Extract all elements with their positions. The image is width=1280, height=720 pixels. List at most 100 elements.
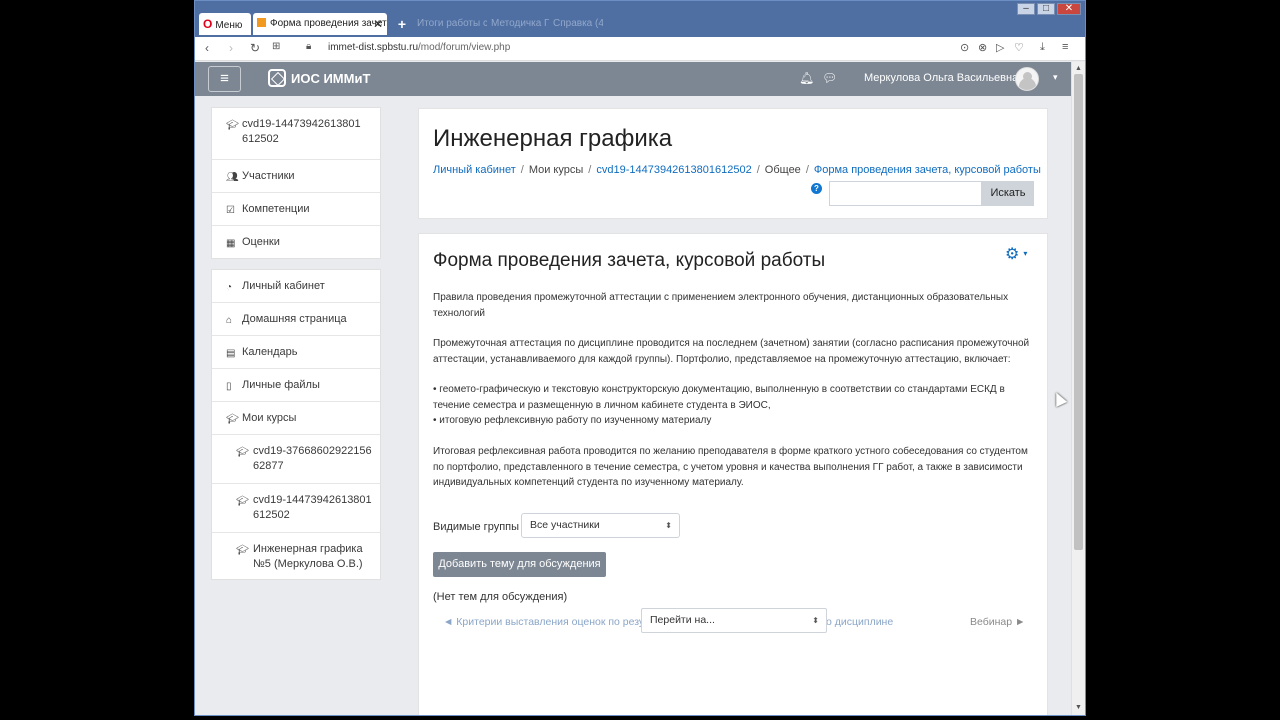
nav-item-label: cvd19-14473942613801612502 (242, 118, 361, 145)
background-tab[interactable]: Методичка ГГ (491, 13, 549, 35)
hamburger-icon: ≡ (220, 70, 229, 87)
drawer-toggle-button[interactable]: ≡ (208, 66, 241, 92)
nav-item-course-1[interactable]: 🎓︎ cvd19-3766860292215662877 (212, 435, 380, 484)
close-window-icon[interactable]: ✕ (1057, 3, 1081, 15)
minimize-icon[interactable]: – (1017, 3, 1035, 15)
browser-menu-icon[interactable]: ≡ (1062, 41, 1068, 53)
new-tab-icon[interactable]: + (393, 13, 411, 35)
table-icon: ▦ (226, 238, 236, 249)
next-activity-link[interactable]: Вебинар ► (970, 616, 1025, 628)
avatar[interactable] (1015, 67, 1039, 91)
moodle-favicon-icon (257, 18, 266, 27)
breadcrumb-separator: / (520, 164, 524, 176)
forum-card: Форма проведения зачета, курсовой работы… (418, 233, 1048, 715)
background-tab[interactable]: Справка (4) (553, 13, 603, 35)
calendar-icon: ▤ (226, 348, 236, 359)
back-icon[interactable]: ‹ (205, 41, 209, 55)
nav-item-private-files[interactable]: ▯ Личные файлы (212, 369, 380, 402)
breadcrumb-course[interactable]: cvd19-14473942613801612502 (596, 164, 751, 176)
chevron-down-icon: ▾ (1023, 249, 1028, 258)
active-tab[interactable]: Форма проведения зачета ✕ (253, 13, 387, 35)
camera-icon[interactable]: ⊙ (960, 41, 969, 54)
search-input[interactable] (829, 181, 982, 206)
nav-item-grades[interactable]: ▦ Оценки (212, 226, 380, 258)
nav-item-label: Инженерная графика №5 (Меркулова О.В.) (253, 543, 363, 570)
nav-item-course[interactable]: 🎓︎ cvd19-14473942613801612502 (212, 108, 380, 160)
visible-groups-select[interactable]: Все участники ⬍ (521, 513, 680, 538)
heart-icon[interactable]: ♡ (1014, 41, 1024, 54)
visible-groups-label: Видимые группы (433, 521, 520, 533)
forum-intro-paragraph: Правила проведения промежуточной аттеста… (433, 292, 1009, 319)
nav-item-label: Домашняя страница (242, 313, 347, 325)
maximize-icon[interactable]: □ (1037, 3, 1055, 15)
page-header-card: Инженерная графика Личный кабинет / Мои ку… (418, 108, 1048, 219)
file-icon: ▯ (226, 381, 232, 392)
site-logo-icon (268, 69, 286, 87)
window-controls: – □ ✕ (1015, 3, 1081, 15)
user-menu-caret-icon[interactable]: ▾ (1053, 72, 1058, 83)
scroll-up-icon[interactable]: ▲ (1075, 65, 1082, 72)
nav-item-label: Мои курсы (242, 412, 297, 424)
site-brand-label: ИОС ИММиТ (291, 71, 371, 86)
nav-item-competencies[interactable]: ☑ Компетенции (212, 193, 380, 226)
reload-icon[interactable]: ↻ (250, 41, 260, 55)
breadcrumb-separator: / (805, 164, 809, 176)
help-icon[interactable]: ? (811, 183, 822, 194)
breadcrumb-my-courses: Мои курсы (528, 164, 584, 176)
nav-item-label: Оценки (242, 236, 280, 248)
select-arrows-icon: ⬍ (665, 521, 672, 530)
nav-item-dashboard[interactable]: ◔ Личный кабинет (212, 270, 380, 303)
download-icon[interactable]: ⤓ (1040, 41, 1045, 54)
address-bar: ‹ › ↻ ⊞ 🔒︎ immet-dist.spbstu.ru/mod/foru… (195, 37, 1085, 61)
dashboard-icon: ◔ (226, 282, 233, 293)
checkbox-icon: ☑ (226, 205, 235, 216)
lock-icon: 🔒︎ (306, 41, 312, 52)
url-field[interactable]: immet-dist.spbstu.ru/mod/forum/view.php (328, 42, 510, 53)
jump-to-select[interactable]: Перейти на... ⬍ (641, 608, 827, 633)
previous-activity-link-tail[interactable]: о дисциплине (826, 616, 893, 628)
nav-item-label: Участники (242, 170, 295, 182)
forum-title: Форма проведения зачета, курсовой работы (433, 250, 826, 271)
jump-to-value: Перейти на... (650, 614, 715, 626)
breadcrumb-dashboard[interactable]: Личный кабинет (433, 164, 516, 176)
menu-tab-label: Меню (215, 20, 243, 31)
add-discussion-button[interactable]: Добавить тему для обсуждения (433, 552, 606, 577)
nav-item-label: cvd19-3766860292215662877 (253, 445, 372, 472)
background-tab[interactable]: Итоги работы сессии (2) (417, 13, 487, 35)
close-tab-icon[interactable]: ✕ (373, 13, 383, 35)
url-path: /mod/forum/view.php (418, 42, 511, 53)
nav-item-calendar[interactable]: ▤ Календарь (212, 336, 380, 369)
site-navbar: ≡ ИОС ИММиТ 🔔︎ 💬︎ Меркулова Ольга Василь… (195, 62, 1071, 96)
nav-item-label: cvd19-14473942613801612502 (253, 494, 372, 521)
adblock-icon[interactable]: ⊗ (978, 41, 987, 54)
scroll-thumb[interactable] (1074, 74, 1083, 550)
opera-menu-tab[interactable]: O Меню (199, 13, 251, 35)
site-brand[interactable]: ИОС ИММиТ (268, 69, 370, 89)
graduation-cap-icon: 🎓︎ (226, 120, 239, 131)
nav-item-course-3[interactable]: 🎓︎ Инженерная графика №5 (Меркулова О.В.) (212, 533, 380, 579)
nav-item-home[interactable]: ⌂ Домашняя страница (212, 303, 380, 336)
page-scrollbar[interactable]: ▲ ▼ (1071, 62, 1085, 715)
user-name[interactable]: Меркулова Ольга Васильевна (864, 72, 1018, 84)
url-host: immet-dist.spbstu.ru (328, 42, 419, 53)
nav-item-label: Компетенции (242, 203, 310, 215)
breadcrumb-separator: / (588, 164, 592, 176)
forward-icon[interactable]: › (229, 41, 233, 55)
breadcrumb-forum[interactable]: Форма проведения зачета, курсовой работы (814, 164, 1041, 176)
send-icon[interactable]: ▷ (996, 41, 1004, 54)
nav-item-my-courses[interactable]: 🎓︎ Мои курсы (212, 402, 380, 435)
forum-paragraph: Промежуточная аттестация по дисциплине п… (433, 338, 1030, 365)
previous-activity-link[interactable]: ◄ Критерии выставления оценок по резу (443, 616, 644, 628)
gear-icon: ⚙ (1005, 246, 1020, 263)
settings-menu[interactable]: ⚙ ▾ (1005, 244, 1027, 264)
nav-item-course-2[interactable]: 🎓︎ cvd19-14473942613801612502 (212, 484, 380, 533)
messages-chat-icon[interactable]: 💬︎ (822, 71, 837, 85)
tabs-grid-icon[interactable]: ⊞ (272, 41, 280, 52)
notifications-bell-icon[interactable]: 🔔︎ (799, 71, 814, 85)
breadcrumb-separator: / (756, 164, 760, 176)
browser-window: O Меню Форма проведения зачета ✕ + Итоги р… (194, 0, 1086, 716)
home-icon: ⌂ (226, 315, 233, 326)
nav-item-participants[interactable]: 👥︎ Участники (212, 160, 380, 193)
search-button[interactable]: Искать (982, 181, 1034, 206)
scroll-down-icon[interactable]: ▼ (1075, 704, 1082, 711)
